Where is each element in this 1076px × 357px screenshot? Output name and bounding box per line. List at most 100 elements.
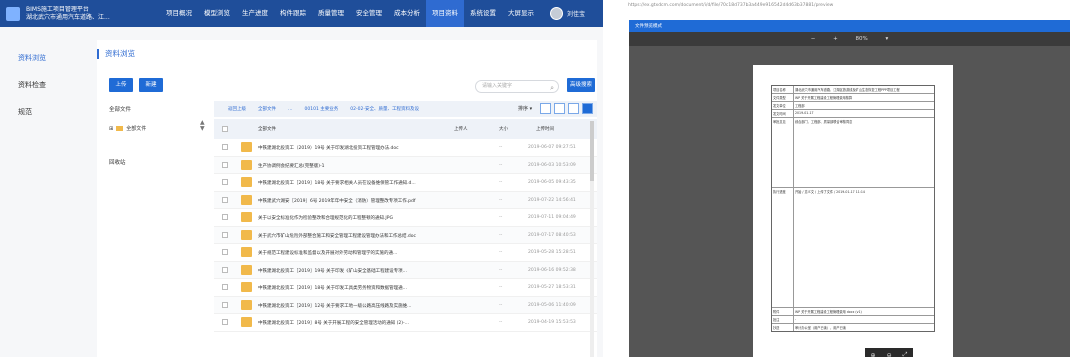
form-row: 发文时间 2019-01-17	[772, 110, 934, 118]
advanced-search-button[interactable]: 高级搜索	[567, 78, 595, 92]
tree-scroll-arrows[interactable]: ▲ ▼	[200, 120, 205, 132]
expand-icon[interactable]: ⊞	[109, 126, 113, 132]
sidebar-item-standards[interactable]: 规范	[0, 99, 85, 126]
file-name[interactable]: 中铁建湖北投资工［2019］18号 关于印发工具类劳务物资和数据管理通...	[258, 285, 458, 291]
select-all-checkbox[interactable]	[222, 126, 228, 132]
list-view-icon[interactable]	[568, 103, 579, 114]
table-row[interactable]: 中铁建湖北投资工（2019）19号 关于印发湖北投资工程管理办法.doc -- 20…	[214, 139, 597, 157]
form-row: 附件 WP 关于开展工程建设工程管理费用 docx (v1)	[772, 308, 934, 316]
table-row[interactable]: 关于武穴市矿山危险外部整合施工和安全管理工程建设管理办法和工作总结.doc -- 2…	[214, 226, 597, 244]
refresh-icon[interactable]	[540, 103, 551, 114]
file-name[interactable]: 中铁建湖北投资工［2019］8号 关于开展工程的安全管理活动的通知 (2)-..…	[258, 320, 458, 326]
grid-view-icon[interactable]	[582, 103, 593, 114]
menu-item-cost[interactable]: 成本分析	[388, 0, 426, 27]
document-preview-window: https://ex.gtxdcm.com/document/i/d/file/…	[625, 0, 1076, 357]
folder-icon	[241, 142, 252, 152]
file-time: 2019-05-27 18:53:31	[528, 285, 576, 290]
menu-item-component[interactable]: 构件跟踪	[274, 0, 312, 27]
row-checkbox[interactable]	[222, 231, 228, 238]
file-name[interactable]: 中铁建湖北投资工［2019］12号 关于要求工地一级公路高压线路及实施维...	[258, 303, 458, 309]
folder-icon	[241, 229, 252, 240]
menu-item-bigscreen[interactable]: 大屏显示	[502, 0, 540, 27]
form-value: 工程部	[795, 104, 805, 108]
row-checkbox[interactable]	[222, 179, 228, 185]
menu-item-safety[interactable]: 安全管理	[350, 0, 388, 27]
col-time[interactable]: 上传时间	[536, 126, 554, 132]
sort-dropdown[interactable]: 排序 ▾	[518, 105, 532, 112]
fullscreen-icon[interactable]: ⤢	[903, 351, 908, 357]
file-name[interactable]: 生产协调例会纪要汇总(完整版)-1	[258, 163, 458, 169]
table-row[interactable]: 中铁建湖北投资工［2019］18号 关于要求相关人员在设备维保管工作通知.d..…	[214, 174, 597, 192]
file-name[interactable]: 关于规范工程建设标准和监督以及开展对外劳动和管理学的实施的通...	[258, 250, 458, 256]
row-checkbox[interactable]	[222, 214, 228, 220]
folder-icon	[241, 159, 252, 170]
file-name[interactable]: 中铁建湖北投资工（2019）19号 关于印发湖北投资工程管理办法.doc	[258, 145, 458, 151]
user-avatar[interactable]	[550, 7, 563, 20]
file-list-scrollbar[interactable]	[590, 121, 594, 357]
file-time: 2019-06-05 09:43:35	[528, 180, 576, 185]
zoom-out-icon[interactable]: −	[811, 36, 816, 42]
sidebar-item-browse[interactable]: 资料浏览	[0, 45, 85, 72]
sort-label: 排序	[518, 106, 529, 112]
upload-button[interactable]: 上传	[109, 78, 133, 92]
table-row[interactable]: 中铁建武穴湖安［2019］6号 2019年年中安全（消防）管理整改专项工作.pd…	[214, 191, 597, 209]
viewer-mode-button[interactable]: 文件预览模式	[635, 23, 662, 29]
row-checkbox[interactable]	[222, 284, 228, 290]
file-size: --	[499, 250, 503, 255]
approval-form-table: 项目名称 湖北武穴市通用汽车道路、江湖区旅游线及矿山生态恢复工程PPP项目工程 文…	[771, 85, 935, 332]
file-size: --	[499, 285, 503, 290]
menu-item-progress[interactable]: 生产进度	[236, 0, 274, 27]
address-bar[interactable]: https://ex.gtxdcm.com/document/i/d/file/…	[625, 0, 1076, 12]
row-checkbox[interactable]	[222, 161, 228, 168]
tree-node-label: 全部文件	[126, 126, 147, 132]
zoom-out-icon[interactable]: ⊖	[887, 352, 892, 357]
zoom-in-icon[interactable]: ⊕	[871, 352, 876, 357]
form-row: 项目名称 湖北武穴市通用汽车道路、江湖区旅游线及矿山生态恢复工程PPP项目工程	[772, 86, 934, 94]
row-checkbox[interactable]	[222, 319, 228, 325]
row-checkbox[interactable]	[222, 144, 228, 150]
table-row[interactable]: 中铁建湖北投资工［2019］19号 关于印发《矿山安全基础工程建设专项... --…	[214, 261, 597, 279]
recycle-bin[interactable]: 回收站	[109, 158, 209, 166]
table-row[interactable]: 关于以安全标准化作为检验整改和合理规范化的工程整顿的通知.JPG -- 2019-0…	[214, 209, 597, 227]
row-checkbox[interactable]	[222, 266, 228, 273]
file-size: --	[499, 215, 503, 220]
tree-node-all[interactable]: ⊞ 全部文件	[109, 125, 209, 133]
menu-item-documents[interactable]: 项目资料	[426, 0, 464, 27]
user-name[interactable]: 刘佳宝	[567, 9, 585, 18]
file-name[interactable]: 中铁建武穴湖安［2019］6号 2019年年中安全（消防）管理整改专项工作.pd…	[258, 198, 458, 204]
top-navigation-bar: BIMS施工项目管理平台 湖北武穴市通用汽车道路、江... 项目概况 模型浏览 …	[0, 0, 603, 27]
menu-item-model[interactable]: 模型浏览	[198, 0, 236, 27]
file-name[interactable]: 关于以安全标准化作为检验整改和合理规范化的工程整顿的通知.JPG	[258, 215, 458, 221]
col-uploader[interactable]: 上传人	[454, 126, 468, 132]
col-name[interactable]: 全部文件	[258, 126, 276, 132]
zoom-in-icon[interactable]: +	[833, 36, 838, 42]
breadcrumb-back[interactable]: 返回上级	[228, 106, 246, 112]
breadcrumb-level-1[interactable]: 00101 主要业务	[305, 106, 339, 112]
table-row[interactable]: 中铁建湖北投资工［2019］8号 关于开展工程的安全管理活动的通知 (2)-..…	[214, 314, 597, 332]
table-row[interactable]: 关于规范工程建设标准和监督以及开展对外劳动和管理学的实施的通... -- 2019-…	[214, 244, 597, 262]
breadcrumb-ellipsis[interactable]: …	[288, 107, 293, 112]
menu-item-quality[interactable]: 质量管理	[312, 0, 350, 27]
file-time: 2019-06-03 10:53:09	[528, 162, 576, 168]
table-row[interactable]: 中铁建湖北投资工［2019］12号 关于要求工地一级公路高压线路及实施维... -…	[214, 296, 597, 314]
search-icon[interactable]: ⌕	[550, 83, 554, 94]
col-size[interactable]: 大小	[499, 126, 508, 132]
file-name[interactable]: 关于武穴市矿山危险外部整合施工和安全管理工程建设管理办法和工作总结.doc	[258, 233, 458, 239]
tree-root[interactable]: 全部文件	[109, 105, 209, 113]
table-row[interactable]: 生产协调例会纪要汇总(完整版)-1 -- 2019-06-03 10:53:09	[214, 156, 597, 174]
zoom-dropdown-icon[interactable]: ▾	[885, 36, 888, 42]
menu-item-overview[interactable]: 项目概况	[160, 0, 198, 27]
breadcrumb-root[interactable]: 全部文件	[258, 106, 276, 112]
scrollbar-thumb[interactable]	[590, 121, 594, 181]
file-name[interactable]: 中铁建湖北投资工［2019］18号 关于要求相关人员在设备维保管工作通知.d..…	[258, 180, 458, 186]
row-checkbox[interactable]	[222, 249, 228, 255]
search-input[interactable]: 请输入关键字 ⌕	[475, 80, 559, 93]
new-button[interactable]: 新建	[139, 78, 163, 92]
row-checkbox[interactable]	[222, 301, 228, 308]
row-checkbox[interactable]	[222, 196, 228, 203]
table-row[interactable]: 中铁建湖北投资工［2019］18号 关于印发工具类劳务物资和数据管理通... --…	[214, 279, 597, 297]
menu-item-settings[interactable]: 系统设置	[464, 0, 502, 27]
sidebar-item-check[interactable]: 资料检查	[0, 72, 85, 99]
file-name[interactable]: 中铁建湖北投资工［2019］19号 关于印发《矿山安全基础工程建设专项...	[258, 268, 458, 274]
download-icon[interactable]	[554, 103, 565, 114]
